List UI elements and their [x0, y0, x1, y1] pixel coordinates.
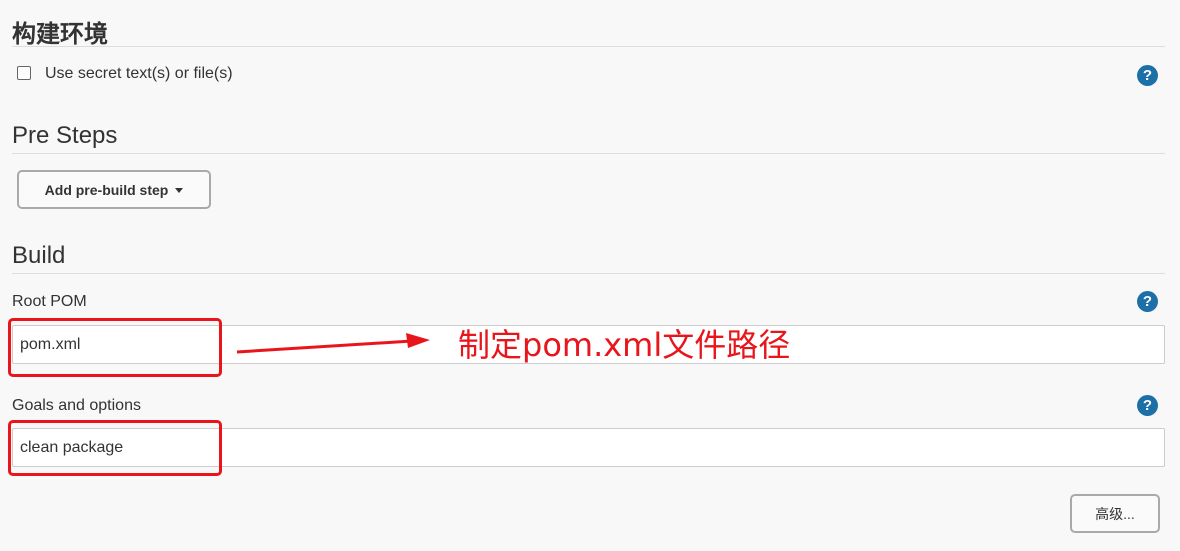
build-environment-title: 构建环境 [12, 21, 108, 48]
help-icon[interactable]: ? [1137, 291, 1158, 312]
pre-steps-title: Pre Steps [12, 122, 118, 149]
build-title: Build [12, 242, 66, 269]
root-pom-label: Root POM [12, 293, 87, 310]
help-icon[interactable]: ? [1137, 65, 1158, 86]
section-divider [12, 153, 1165, 154]
chevron-down-icon [175, 188, 184, 193]
help-icon[interactable]: ? [1137, 395, 1158, 416]
add-pre-build-step-button[interactable]: Add pre-build step [17, 170, 211, 209]
section-divider [12, 273, 1165, 274]
add-pre-build-step-label: Add pre-build step [44, 181, 169, 198]
advanced-button-label: 高级... [1095, 505, 1135, 522]
highlight-box-root-pom [8, 318, 222, 377]
secret-checkbox-row[interactable]: Use secret text(s) or file(s) [17, 65, 233, 83]
section-divider [12, 46, 1165, 47]
goals-options-label: Goals and options [12, 397, 141, 414]
advanced-button[interactable]: 高级... [1070, 494, 1160, 533]
highlight-box-goals [8, 420, 222, 476]
annotation-text: 制定pom.xml文件路径 [458, 326, 791, 364]
secret-checkbox-label: Use secret text(s) or file(s) [45, 65, 233, 82]
secret-checkbox[interactable] [17, 66, 31, 80]
annotation-arrow-icon [236, 333, 430, 354]
